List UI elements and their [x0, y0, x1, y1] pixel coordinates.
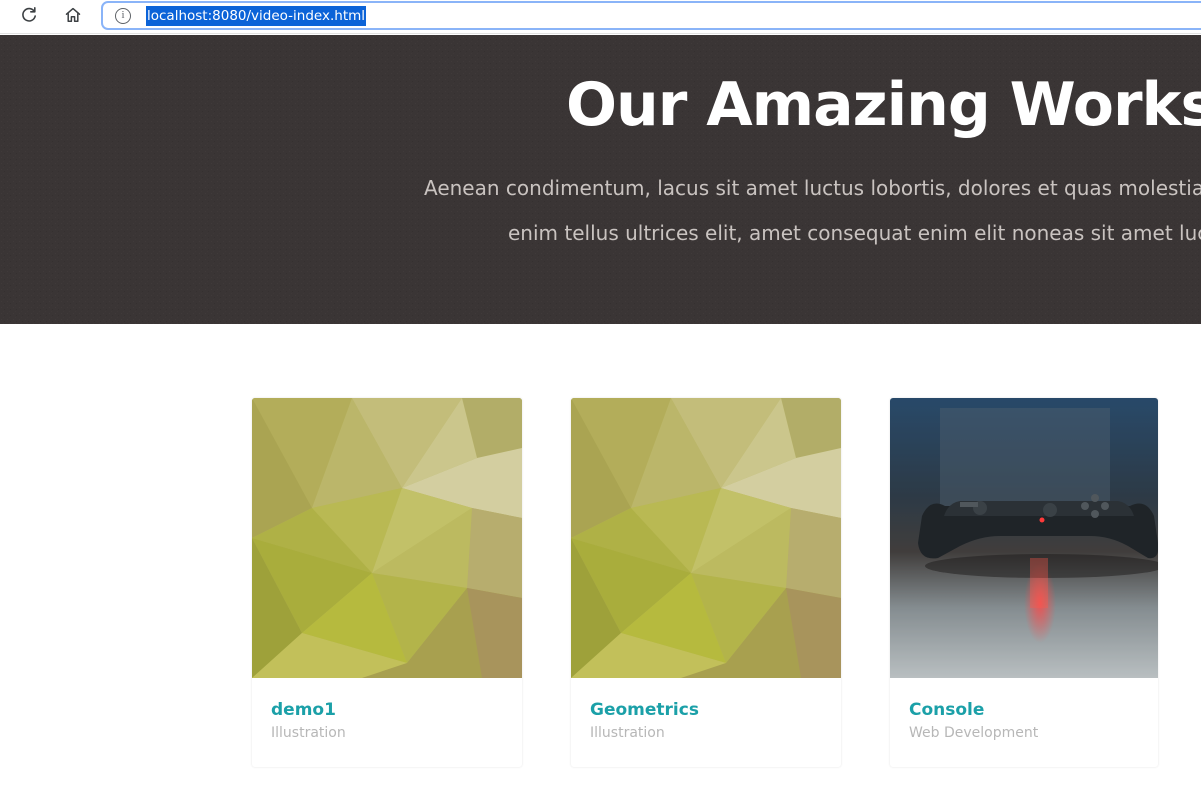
work-title[interactable]: Console	[909, 700, 984, 720]
work-title[interactable]: demo1	[271, 700, 336, 720]
geometric-pattern-image	[571, 398, 841, 678]
work-thumbnail[interactable]	[571, 398, 841, 678]
work-thumbnail[interactable]	[890, 398, 1158, 678]
home-icon	[65, 7, 81, 22]
work-title[interactable]: Geometrics	[590, 700, 699, 720]
work-card-geometrics[interactable]: Geometrics Illustration	[571, 398, 841, 767]
reload-button[interactable]	[16, 4, 42, 26]
game-controller-photo	[890, 398, 1158, 678]
work-category: Web Development	[909, 725, 1039, 741]
hero-section: Our Amazing Works. Aenean condimentum, l…	[0, 35, 1201, 324]
hero-subtitle-line-1: Aenean condimentum, lacus sit amet luctu…	[424, 176, 1201, 200]
info-icon[interactable]: i	[115, 8, 131, 24]
browser-toolbar: i localhost:8080/video-index.html	[0, 0, 1201, 34]
page-title: Our Amazing Works.	[566, 69, 1201, 141]
geometric-pattern-image	[252, 398, 522, 678]
work-thumbnail[interactable]	[252, 398, 522, 678]
work-category: Illustration	[590, 725, 665, 741]
reload-icon	[22, 7, 36, 22]
hero-subtitle-line-2: enim tellus ultrices elit, amet consequa…	[508, 221, 1201, 245]
work-category: Illustration	[271, 725, 346, 741]
address-bar[interactable]: i localhost:8080/video-index.html	[101, 1, 1201, 30]
work-card-console[interactable]: Console Web Development	[890, 398, 1158, 767]
home-button[interactable]	[60, 4, 86, 26]
url-text[interactable]: localhost:8080/video-index.html	[146, 6, 367, 26]
page-title-text: Our Amazing Works	[566, 70, 1201, 140]
work-card-demo1[interactable]: demo1 Illustration	[252, 398, 522, 767]
